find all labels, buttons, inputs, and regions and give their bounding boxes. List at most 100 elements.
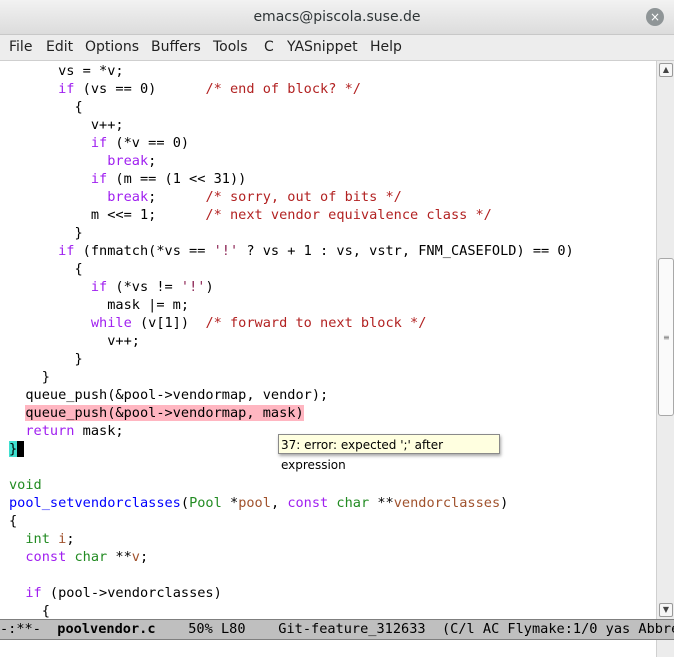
code-token: char	[336, 495, 370, 511]
menu-help[interactable]: Help	[370, 39, 402, 55]
menu-file[interactable]: File	[9, 39, 32, 55]
minibuffer[interactable]	[0, 640, 674, 657]
code-line: pool_setvendorclasses(Pool *pool, const …	[9, 494, 508, 512]
code-token: }	[9, 441, 18, 457]
menu-bar: File Edit Options Buffers Tools C YASnip…	[0, 35, 674, 61]
code-token: break	[107, 153, 149, 169]
code-line: queue_push(&pool->vendormap, vendor);	[9, 386, 328, 404]
code-line: {	[9, 260, 83, 278]
minibuffer-scrollbar	[656, 640, 674, 657]
code-line: const char **v;	[9, 548, 148, 566]
code-token: ? vs + 1 : vs, vstr, FNM_CASEFOLD) == 0)	[238, 243, 574, 259]
code-token: ;	[139, 549, 149, 565]
code-token: (	[180, 495, 190, 511]
code-token: (m == (1 << 31))	[107, 171, 247, 187]
code-token: *	[221, 495, 239, 511]
code-token: '!'	[180, 279, 206, 295]
code-line: }	[9, 224, 82, 242]
code-token: queue_push(&pool->vendormap, mask)	[25, 405, 304, 421]
scrollbar-thumb[interactable]: ≡	[658, 258, 674, 416]
code-token: if	[90, 171, 108, 187]
code-token: vs = *v;	[9, 63, 124, 79]
close-icon[interactable]: ×	[646, 8, 664, 26]
modeline-buffer-name[interactable]: poolvendor.c	[57, 621, 155, 637]
menu-buffers[interactable]: Buffers	[151, 39, 201, 55]
code-token: pool_setvendorclasses	[9, 495, 181, 511]
code-token: **	[107, 549, 132, 565]
code-line: v++;	[9, 116, 124, 134]
vertical-scrollbar[interactable]: ▲ ≡ ▼	[656, 61, 674, 619]
code-token: return	[25, 423, 75, 439]
scroll-down-icon[interactable]: ▼	[659, 603, 673, 617]
code-line: v++;	[9, 332, 140, 350]
mode-line: -:**- poolvendor.c 50% L80 Git-feature_3…	[0, 619, 674, 640]
code-token: int	[25, 531, 50, 547]
code-line: {	[9, 512, 17, 530]
code-token: Pool	[189, 495, 222, 511]
code-editor[interactable]: vs = *v; if (vs == 0) /* end of block? *…	[1, 61, 655, 619]
code-token: }	[9, 369, 50, 385]
code-line: queue_push(&pool->vendormap, mask)	[9, 404, 304, 422]
code-line: {	[9, 602, 50, 619]
code-line: if (pool->vendorclasses)	[9, 584, 221, 602]
code-token: ,	[270, 495, 288, 511]
code-token: v++;	[9, 117, 124, 133]
grip-icon: ≡	[663, 333, 670, 342]
code-token: {	[9, 261, 83, 277]
code-token: if	[90, 135, 108, 151]
code-token: {	[9, 603, 50, 619]
menu-c[interactable]: C	[264, 39, 274, 55]
code-line: mask |= m;	[9, 296, 189, 314]
code-token: pool	[238, 495, 271, 511]
code-token: void	[9, 477, 42, 493]
code-line: void	[9, 476, 42, 494]
menu-yasnippet[interactable]: YASnippet	[287, 39, 358, 55]
code-token: if	[58, 81, 75, 97]
code-token: (*vs !=	[107, 279, 181, 295]
menu-edit[interactable]: Edit	[46, 39, 73, 55]
menu-tools[interactable]: Tools	[213, 39, 248, 55]
code-token: )	[205, 279, 214, 295]
scroll-up-icon[interactable]: ▲	[659, 63, 673, 77]
code-token: ;	[148, 153, 157, 169]
code-token: (v[1])	[131, 315, 206, 331]
code-line: {	[9, 98, 82, 116]
code-line: m <<= 1; /* next vendor equivalence clas…	[9, 206, 492, 224]
code-line: if (*v == 0)	[9, 134, 189, 152]
code-line: if (m == (1 << 31))	[9, 170, 247, 188]
code-token: **	[369, 495, 394, 511]
code-token: /* sorry, out of bits */	[205, 189, 402, 205]
code-token: const	[25, 549, 67, 565]
code-token: mask |= m;	[9, 297, 190, 313]
code-line: while (v[1]) /* forward to next block */	[9, 314, 427, 332]
window-title: emacs@piscola.suse.de	[253, 9, 421, 25]
code-token: queue_push(&pool->vendormap, vendor);	[9, 387, 329, 403]
code-token: (vs == 0)	[74, 81, 206, 97]
code-line: if (fnmatch(*vs == '!' ? vs + 1 : vs, vs…	[9, 242, 574, 260]
menu-options[interactable]: Options	[85, 39, 139, 55]
title-bar: emacs@piscola.suse.de ×	[0, 0, 674, 35]
code-token: if	[90, 279, 108, 295]
code-token: ;	[66, 531, 75, 547]
code-token: /* next vendor equivalence class */	[205, 207, 492, 223]
code-token: m <<= 1;	[9, 207, 206, 223]
code-line: int i;	[9, 530, 75, 548]
code-token: vendorclasses	[393, 495, 501, 511]
code-token: (*v == 0)	[107, 135, 190, 151]
code-token: if	[58, 243, 75, 259]
code-line: if (vs == 0) /* end of block? */	[9, 80, 361, 98]
code-token: break	[107, 189, 149, 205]
code-token: }	[9, 351, 83, 367]
code-line: }	[9, 368, 50, 386]
code-token: {	[9, 513, 18, 529]
code-token: mask;	[74, 423, 124, 439]
